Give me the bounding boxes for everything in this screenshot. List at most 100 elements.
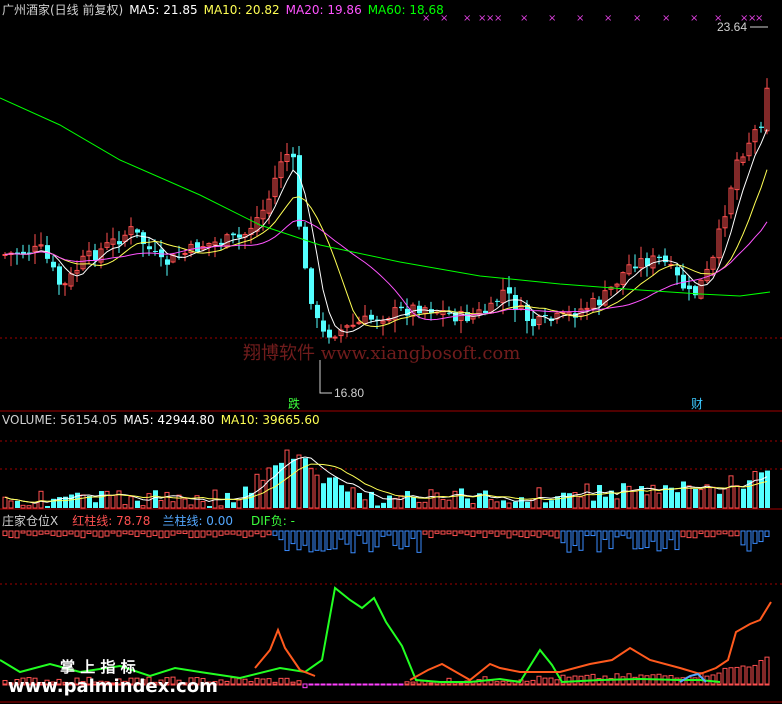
- indicator-bar-top: [728, 530, 734, 537]
- volume-bar-up: [488, 499, 494, 509]
- volume-bar-up: [176, 494, 182, 509]
- red-bar-value: 红柱线: 78.78: [72, 514, 151, 528]
- volume-bar-down: [597, 485, 602, 508]
- indicator-bar-bottom-up: [284, 677, 290, 685]
- candle-body-up: [332, 336, 338, 339]
- indicator-bar-top: [440, 530, 446, 535]
- volume-bar-up: [38, 490, 44, 509]
- signal-marker: ×: [494, 13, 502, 24]
- indicator-bar-top: [476, 530, 482, 534]
- dif-value: DIF负: -: [251, 514, 295, 528]
- volume-bar-down: [291, 458, 296, 508]
- indicator-bar-bottom-up: [230, 677, 236, 685]
- indicator-bar-bottom-up: [404, 681, 410, 685]
- volume-bar-up: [626, 485, 632, 509]
- stock-title: 广州酒家(日线 前复权): [2, 3, 124, 17]
- indicator-bar-bottom-up: [722, 667, 728, 685]
- volume-bar-up: [26, 505, 32, 509]
- indicator-bar-top: [518, 530, 524, 538]
- volume-bar-down: [375, 505, 380, 508]
- indicator-bar-top: [674, 530, 680, 551]
- indicator-bar-top: [32, 530, 38, 537]
- indicator-bar-bottom-up: [572, 675, 578, 685]
- indicator-bar-top: [248, 530, 254, 537]
- indicator-bar-bottom-up: [524, 680, 530, 685]
- indicator-bar-bottom-up: [740, 665, 746, 685]
- indicator-bar-top: [620, 530, 626, 536]
- volume-bar-up: [452, 490, 458, 509]
- indicator-bar-top: [38, 530, 44, 535]
- candle-body-down: [675, 267, 680, 276]
- indicator-bar-bottom-up: [494, 681, 500, 685]
- indicator-bar-top: [392, 530, 398, 546]
- indicator-bar-top: [638, 530, 644, 550]
- indicator-bar-top: [254, 530, 260, 535]
- indicator-bar-top: [680, 530, 686, 538]
- volume-bar-up: [686, 485, 692, 509]
- candle-body-down: [117, 241, 122, 245]
- indicator-bar-bottom-up: [236, 678, 242, 685]
- volume-bar-up: [470, 503, 476, 509]
- candle-body-down: [633, 266, 638, 269]
- volume-bar-up: [644, 494, 650, 509]
- volume-bar-down: [513, 501, 518, 508]
- volume-bar-up: [416, 501, 422, 509]
- indicator-bar-top: [374, 530, 380, 548]
- indicator-bar-top: [740, 530, 746, 546]
- volume-bar-down: [561, 492, 566, 508]
- indicator-bar-bottom: [338, 683, 344, 686]
- volume-ma10-value: MA10: 39665.60: [220, 413, 320, 427]
- volume-bar-up: [632, 490, 638, 509]
- signal-marker: ×: [548, 13, 556, 24]
- indicator-bar-top: [206, 530, 212, 536]
- watermark-brand: 掌 上 指 标: [60, 658, 136, 676]
- candle-body-down: [657, 256, 662, 259]
- indicator-bar-top: [548, 530, 554, 537]
- volume-bar-up: [158, 499, 164, 509]
- indicator-bar-top: [242, 530, 248, 538]
- volume-bar-up: [734, 485, 740, 509]
- indicator-bar-top: [452, 530, 458, 537]
- indicator-bar-top: [194, 530, 200, 538]
- indicator-bar-top: [278, 530, 284, 541]
- indicator-bar-top: [572, 530, 578, 546]
- indicator-bar-bottom-up: [590, 673, 596, 685]
- indicator-bar-top: [236, 530, 242, 536]
- volume-bar-up: [8, 500, 14, 509]
- indicator-bar-top: [536, 530, 542, 538]
- indicator-bar-top: [416, 530, 422, 553]
- indicator-bar-top: [428, 530, 434, 539]
- volume-bar-up: [140, 505, 146, 509]
- indicator-bar-top: [566, 530, 572, 553]
- indicator-bar-top: [722, 530, 728, 535]
- indicator-bar-top: [308, 530, 314, 553]
- volume-bar-down: [681, 481, 686, 508]
- volume-bar-up: [20, 504, 26, 509]
- volume-bar-down: [387, 495, 392, 508]
- volume-bar-up: [314, 474, 320, 509]
- indicator-bar-bottom-up: [500, 680, 506, 685]
- volume-bar-down: [357, 492, 362, 508]
- indicator-bar-top: [530, 530, 536, 537]
- volume-bar-up: [506, 502, 512, 509]
- blue-bar-value: 兰柱线: 0.00: [162, 514, 234, 528]
- signal-markers: × × × × × × × × × × × × × × × ××: [422, 13, 763, 24]
- indicator-bar-bottom-up: [488, 680, 494, 685]
- candle-body-down: [687, 285, 692, 290]
- indicator-bar-bottom-up: [218, 679, 224, 685]
- indicator-bar-top: [14, 530, 20, 539]
- indicator-bar-top: [584, 530, 590, 537]
- indicator-bar-bottom-up: [710, 674, 716, 685]
- volume-bar-down: [525, 501, 530, 508]
- candle-body-down: [165, 259, 170, 265]
- indicator-bar-top: [716, 530, 722, 535]
- indicator-bar-top: [182, 530, 188, 535]
- indicator-bar-top: [524, 530, 530, 539]
- signal-marker: ×: [463, 13, 471, 24]
- candle-body-down: [303, 226, 308, 269]
- ma5-value: MA5: 21.85: [129, 3, 198, 17]
- indicator-bar-top: [158, 530, 164, 539]
- indicator-bar-top: [482, 530, 488, 538]
- volume-bar-down: [765, 470, 770, 508]
- indicator-bar-top: [458, 530, 464, 534]
